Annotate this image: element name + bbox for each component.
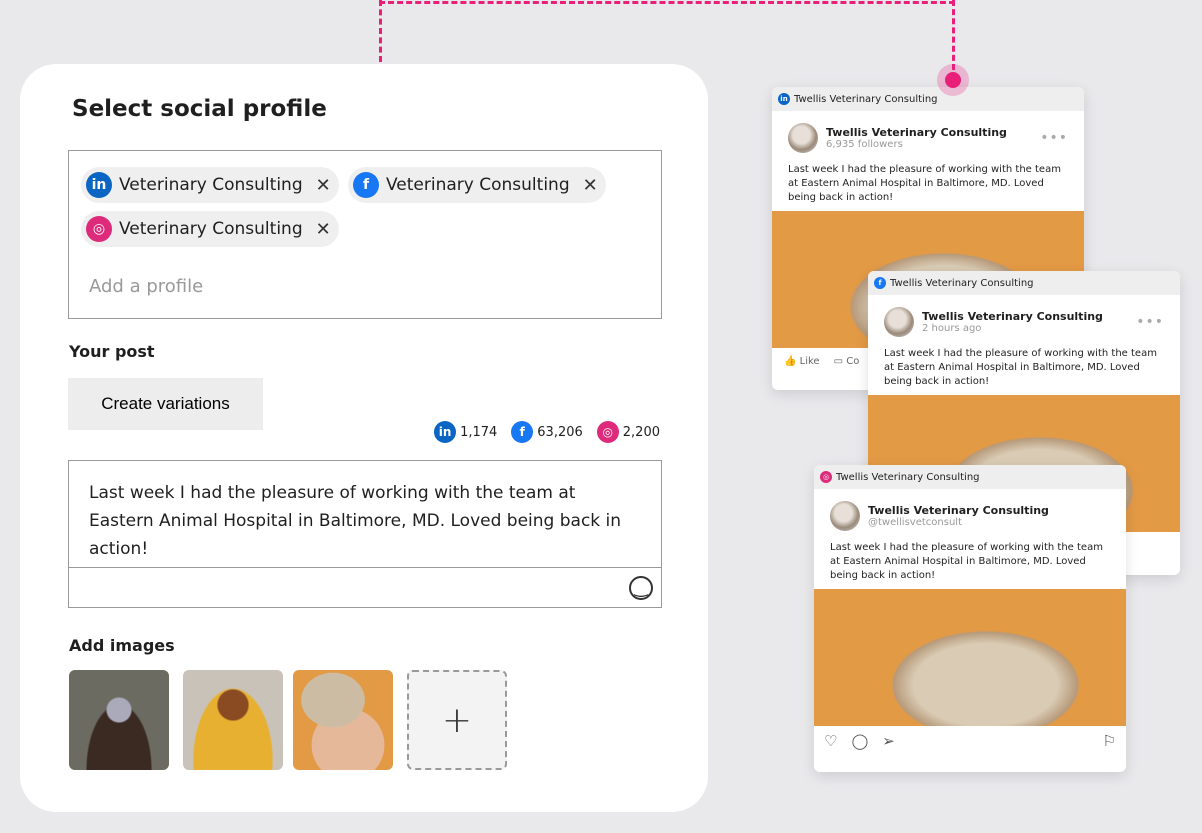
send-icon[interactable]: ➢ (882, 732, 895, 750)
profile-selector[interactable]: in Veterinary Consulting ✕ f Veterinary Con… (68, 150, 662, 319)
post-text: Last week I had the pleasure of working … (830, 542, 1103, 581)
add-profile-input[interactable]: Add a profile (89, 276, 203, 297)
profile-chip-instagram: ◎ Veterinary Consulting ✕ (81, 211, 339, 247)
author-name: Twellis Veterinary Consulting (868, 504, 1049, 517)
instagram-icon: ◎ (820, 471, 832, 483)
more-icon[interactable]: ••• (1040, 130, 1068, 146)
image-thumbnail-penguin[interactable] (69, 670, 169, 770)
linkedin-icon: in (778, 93, 790, 105)
post-text[interactable]: Last week I had the pleasure of working … (69, 461, 661, 568)
image-thumbnail-hedgehog[interactable] (293, 670, 393, 770)
post-image (814, 589, 1126, 726)
preview-header: Twellis Veterinary Consulting (836, 471, 980, 483)
avatar (788, 123, 818, 153)
character-counts: in 1,174 f 63,206 ◎ 2,200 (434, 421, 660, 443)
connector-line (952, 0, 955, 70)
add-images-label: Add images (69, 636, 175, 655)
preview-header: Twellis Veterinary Consulting (890, 277, 1034, 289)
chip-label: Veterinary Consulting (119, 219, 303, 239)
linkedin-count: 1,174 (460, 424, 498, 440)
post-text: Last week I had the pleasure of working … (884, 348, 1157, 387)
linkedin-icon: in (86, 172, 112, 198)
heart-icon[interactable]: ♡ (824, 732, 837, 750)
preview-header: Twellis Veterinary Consulting (794, 93, 938, 105)
profile-chip-facebook: f Veterinary Consulting ✕ (348, 167, 606, 203)
instagram-icon: ◎ (596, 421, 619, 443)
comment-button[interactable]: ▭ Co (834, 356, 860, 367)
chip-label: Veterinary Consulting (386, 175, 570, 195)
image-thumbnail-dog[interactable] (183, 670, 283, 770)
instagram-icon: ◎ (86, 216, 112, 242)
facebook-icon: f (353, 172, 379, 198)
facebook-icon: f (511, 421, 534, 443)
avatar (830, 501, 860, 531)
chip-label: Veterinary Consulting (119, 175, 303, 195)
author-name: Twellis Veterinary Consulting (826, 126, 1007, 139)
add-image-button[interactable]: + (407, 670, 507, 770)
page-title: Select social profile (72, 96, 327, 122)
close-icon[interactable]: ✕ (316, 219, 331, 240)
connector-dot (937, 64, 969, 96)
close-icon[interactable]: ✕ (583, 175, 598, 196)
avatar (884, 307, 914, 337)
instagram-count: 2,200 (622, 424, 660, 440)
comment-icon[interactable]: ◯ (851, 732, 868, 750)
handle: @twellisvetconsult (868, 517, 962, 528)
followers-count: 6,935 followers (826, 139, 903, 150)
like-button[interactable]: 👍 Like (784, 356, 820, 367)
author-name: Twellis Veterinary Consulting (922, 310, 1103, 323)
post-text: Last week I had the pleasure of working … (788, 164, 1061, 203)
composer-panel: Select social profile in Veterinary Consu… (20, 64, 708, 812)
your-post-label: Your post (69, 342, 155, 361)
profile-chip-linkedin: in Veterinary Consulting ✕ (81, 167, 339, 203)
connector-line (379, 1, 955, 4)
instagram-preview-card: ◎ Twellis Veterinary Consulting Twellis V… (814, 465, 1126, 772)
more-icon[interactable]: ••• (1136, 314, 1164, 330)
bookmark-icon[interactable]: ⚐ (1103, 732, 1116, 750)
post-time: 2 hours ago (922, 323, 982, 334)
close-icon[interactable]: ✕ (316, 175, 331, 196)
facebook-icon: f (874, 277, 886, 289)
facebook-count: 63,206 (537, 424, 583, 440)
linkedin-icon: in (434, 421, 457, 443)
post-textarea[interactable]: Last week I had the pleasure of working … (68, 460, 662, 608)
emoji-icon[interactable]: ‿ (629, 576, 653, 600)
create-variations-button[interactable]: Create variations (68, 378, 263, 430)
connector-line (379, 0, 382, 62)
